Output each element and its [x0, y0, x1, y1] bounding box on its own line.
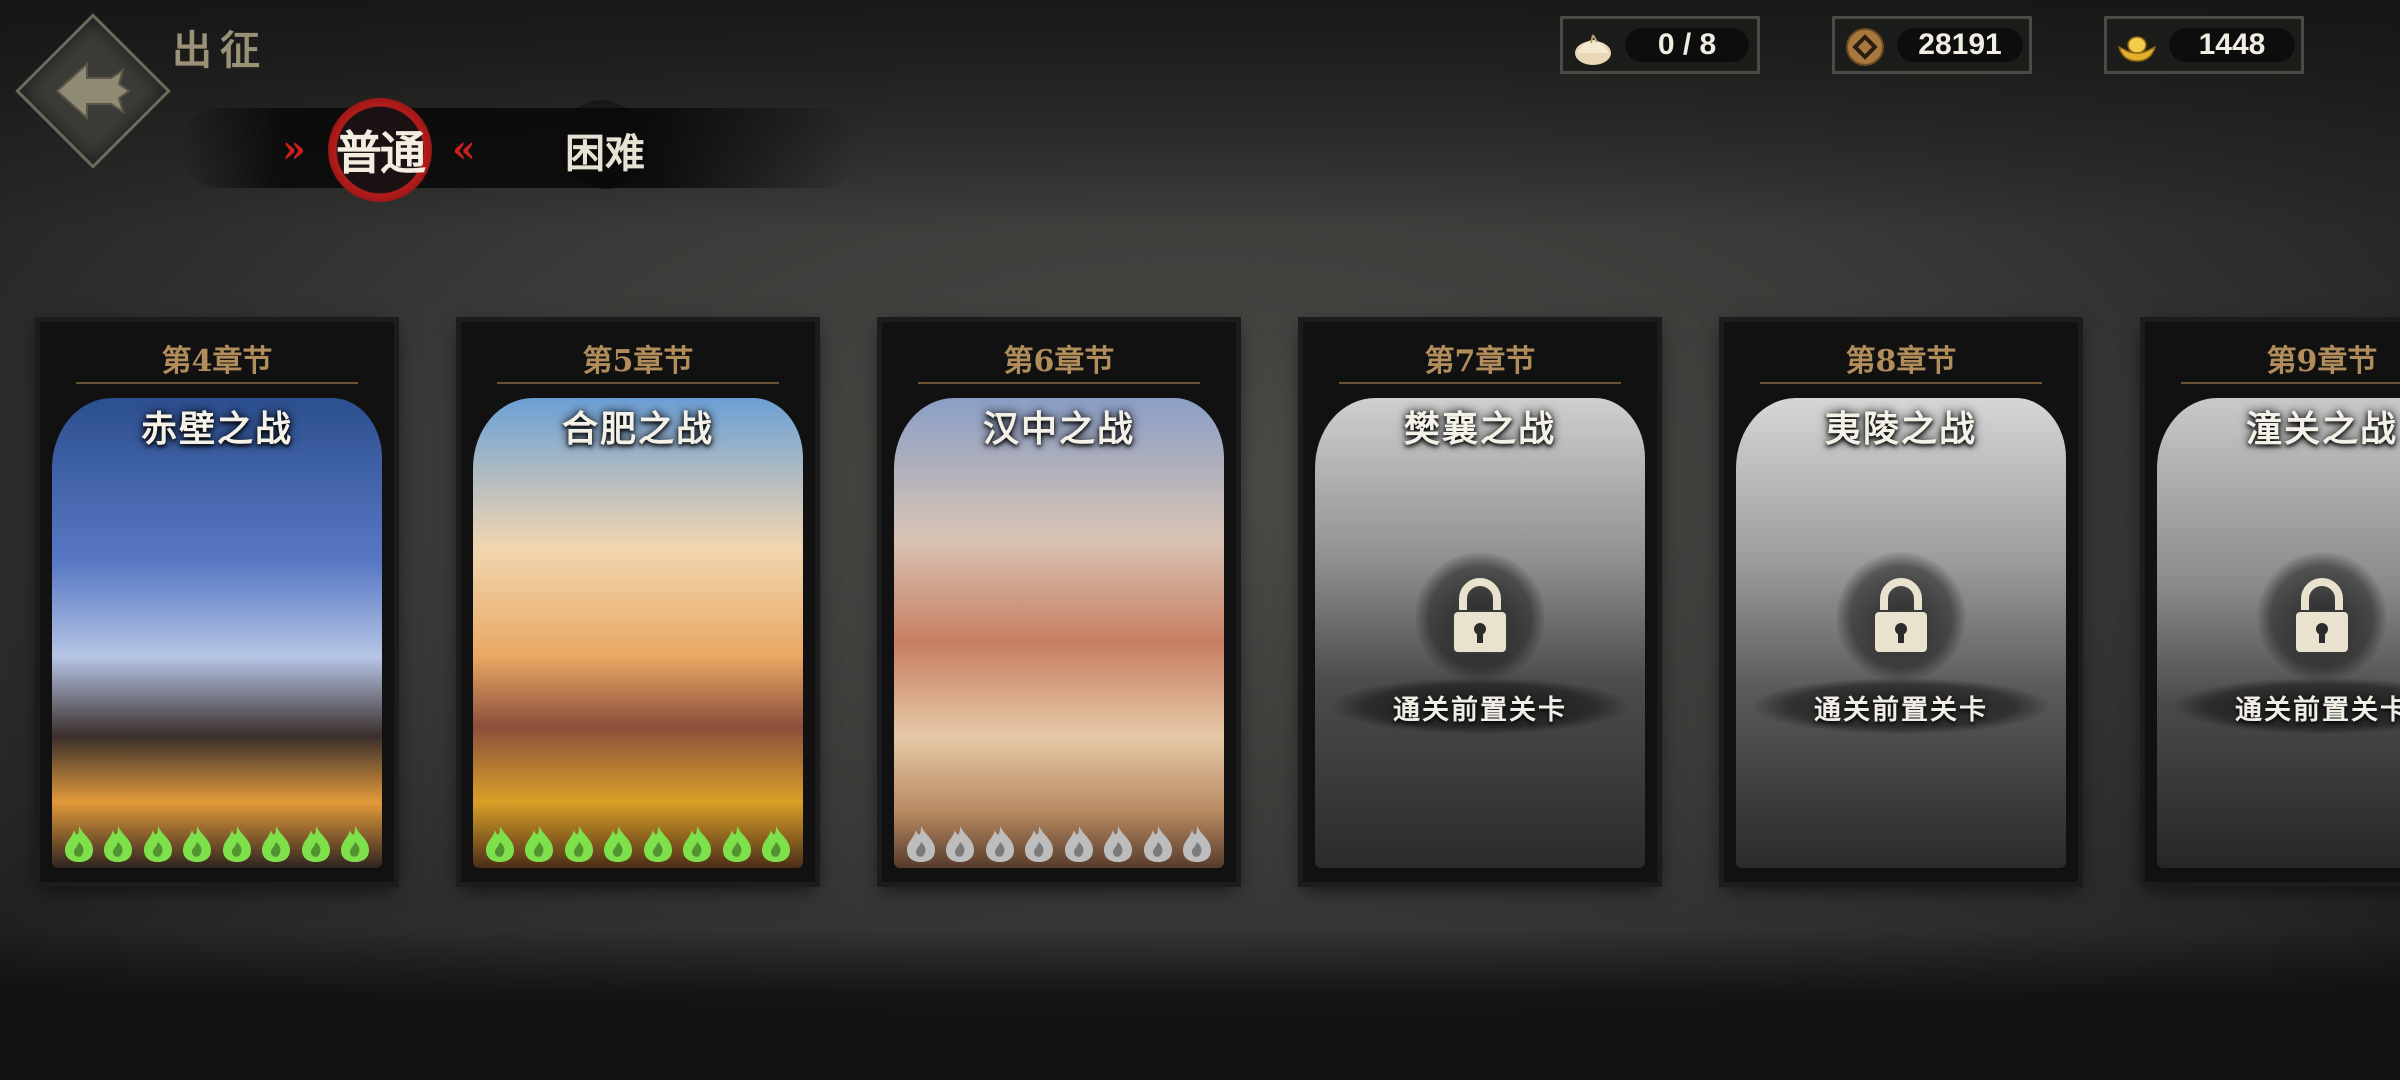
- bottom-ink-wash: [0, 930, 2400, 1080]
- flame-icon: [220, 824, 254, 864]
- flame-icon: [680, 824, 714, 864]
- back-button[interactable]: [38, 36, 148, 146]
- chapter-number: 第8章节: [1845, 344, 1957, 379]
- chevron-right-icon: »: [282, 126, 306, 171]
- chapter-title: 潼关之战: [2245, 408, 2398, 450]
- lock-icon: [1415, 552, 1545, 682]
- lock-icon: [1836, 552, 1966, 682]
- flame-icon: [641, 824, 675, 864]
- flame-icon: [101, 824, 135, 864]
- stamina-value: 0 / 8: [1625, 28, 1749, 62]
- chapter-card[interactable]: 第8章节夷陵之战通关前置关卡: [1724, 322, 2078, 882]
- flame-icon: [1022, 824, 1056, 864]
- tab-normal-group[interactable]: » 普通 «: [282, 98, 476, 208]
- gold-value: 1448: [2169, 28, 2295, 62]
- chapter-number: 第7章节: [1424, 344, 1536, 379]
- lock-requirement-text: 通关前置关卡: [1814, 695, 1988, 726]
- arrow-left-icon: [55, 61, 131, 121]
- flame-icon: [1141, 824, 1175, 864]
- flame-icon: [943, 824, 977, 864]
- gold-ingot-icon: [2117, 36, 2157, 62]
- chevron-left-icon: «: [452, 126, 476, 171]
- flame-icon: [259, 824, 293, 864]
- flame-icon: [562, 824, 596, 864]
- flame-icon: [759, 824, 793, 864]
- lock-requirement-text: 通关前置关卡: [1393, 695, 1567, 726]
- flame-icon: [141, 824, 175, 864]
- page-title: 出征: [172, 27, 268, 74]
- bun-icon: [1575, 34, 1611, 65]
- flame-icon: [180, 824, 214, 864]
- flame-icon: [1062, 824, 1096, 864]
- chapter-number: 第6章节: [1003, 344, 1115, 379]
- chapter-title: 樊襄之战: [1403, 408, 1556, 450]
- flame-icon: [601, 824, 635, 864]
- chapter-divider: [76, 382, 358, 384]
- resource-coins[interactable]: 28191: [1832, 16, 2032, 74]
- flame-progress: [62, 822, 372, 866]
- chapter-divider: [1760, 382, 2042, 384]
- resource-stamina[interactable]: 0 / 8: [1560, 16, 1760, 74]
- chapter-divider: [918, 382, 1200, 384]
- chapter-divider: [1339, 382, 1621, 384]
- chapter-title: 汉中之战: [982, 408, 1135, 450]
- chapter-artwork: [473, 398, 803, 868]
- chapter-title: 赤壁之战: [140, 408, 293, 450]
- coins-value: 28191: [1897, 28, 2023, 62]
- flame-icon: [1180, 824, 1214, 864]
- flame-progress: [483, 822, 793, 866]
- chapter-card[interactable]: 第9章节潼关之战通关前置关卡: [2145, 322, 2400, 882]
- chapter-title: 夷陵之战: [1824, 408, 1977, 450]
- chapter-divider: [2181, 382, 2400, 384]
- flame-icon: [62, 824, 96, 864]
- chapter-number: 第4章节: [161, 344, 273, 379]
- chapter-artwork: [52, 398, 382, 868]
- flame-icon: [483, 824, 517, 864]
- chapter-number: 第9章节: [2266, 344, 2378, 379]
- flame-icon: [904, 824, 938, 864]
- flame-progress: [904, 822, 1214, 866]
- flame-icon: [338, 824, 372, 864]
- chapter-artwork: [894, 398, 1224, 868]
- lock-requirement-text: 通关前置关卡: [2235, 695, 2400, 726]
- chapter-divider: [497, 382, 779, 384]
- tab-hard[interactable]: 困难: [548, 108, 662, 192]
- chapter-card[interactable]: 第7章节樊襄之战通关前置关卡: [1303, 322, 1657, 882]
- chapter-card[interactable]: 第4章节赤壁之战: [40, 322, 394, 882]
- chapter-card[interactable]: 第5章节合肥之战: [461, 322, 815, 882]
- lock-icon: [2257, 552, 2387, 682]
- chapter-card[interactable]: 第6章节汉中之战: [882, 322, 1236, 882]
- flame-icon: [1101, 824, 1135, 864]
- resource-gold[interactable]: 1448: [2104, 16, 2304, 74]
- flame-icon: [720, 824, 754, 864]
- tab-normal[interactable]: 普通: [328, 98, 432, 202]
- chapter-title: 合肥之战: [561, 408, 714, 450]
- copper-coin-icon: [1846, 28, 1884, 66]
- chapter-number: 第5章节: [582, 344, 694, 379]
- flame-icon: [983, 824, 1017, 864]
- flame-icon: [522, 824, 556, 864]
- flame-icon: [299, 824, 333, 864]
